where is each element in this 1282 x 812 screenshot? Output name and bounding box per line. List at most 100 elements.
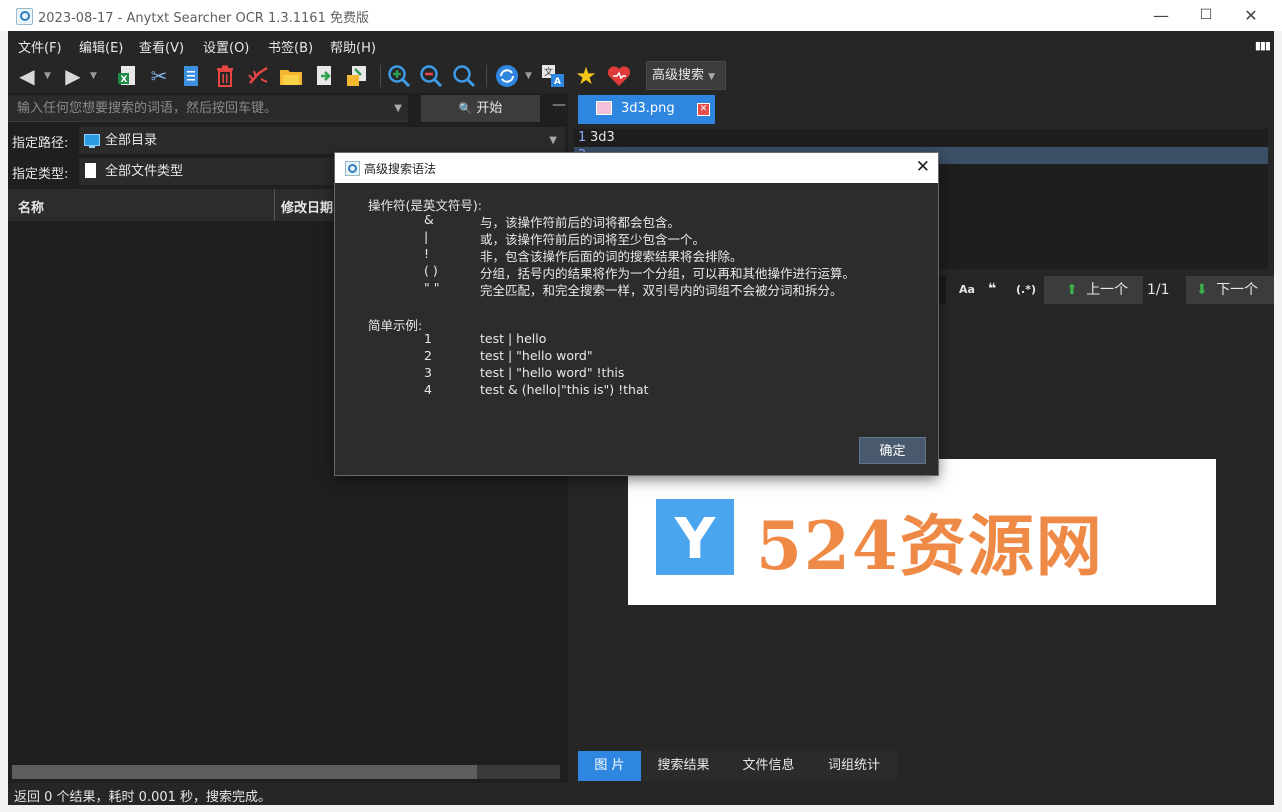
column-divider[interactable] — [274, 189, 275, 221]
tab-image[interactable]: 图 片 — [578, 751, 641, 781]
example-query: test | "hello word" !this — [480, 365, 625, 380]
tab-search-results[interactable]: 搜索结果 — [641, 751, 726, 781]
zoom-in-icon[interactable] — [386, 63, 412, 89]
import-icon[interactable] — [344, 63, 370, 89]
overflow-grip-icon[interactable]: ▮▮▮ — [1255, 39, 1271, 52]
status-bar: 返回 0 个结果，耗时 0.001 秒，搜索完成。 — [8, 783, 1274, 805]
forward-arrow-icon[interactable]: ▶ — [60, 63, 86, 89]
menu-file[interactable]: 文件(F) — [18, 37, 62, 56]
previous-match-button[interactable]: ⬆ 上一个 — [1044, 276, 1143, 304]
title-bar: 2023-08-17 - Anytxt Searcher OCR 1.3.116… — [0, 0, 1282, 31]
previous-label: 上一个 — [1086, 282, 1129, 298]
search-history-dropdown-icon[interactable]: ▼ — [394, 95, 402, 122]
search-placeholder: 输入任何您想要搜索的词语，然后按回车键。 — [17, 101, 278, 116]
match-count: 1/1 — [1147, 282, 1170, 298]
image-preview: Y 524资源网 — [628, 459, 1216, 605]
file-tab-name: 3d3.png — [621, 101, 675, 116]
column-name-header[interactable]: 名称 — [18, 197, 44, 216]
back-dropdown-icon[interactable]: ▼ — [44, 71, 51, 81]
open-folder-icon[interactable] — [278, 63, 304, 89]
next-label: 下一个 — [1216, 282, 1259, 298]
logo-mark: Y — [656, 499, 734, 575]
star-icon[interactable]: ★ — [573, 62, 599, 90]
start-search-button[interactable]: 🔍 开始 — [421, 95, 540, 122]
search-icon: 🔍 — [458, 102, 473, 115]
type-value: 全部文件类型 — [105, 164, 184, 179]
example-query: test | hello — [480, 331, 547, 346]
path-select[interactable]: 全部目录 ▼ — [79, 127, 565, 154]
file-tab[interactable]: 3d3.png ✕ — [578, 95, 715, 124]
example-query: test & (hello|"this is") !that — [480, 382, 649, 397]
arrow-up-icon: ⬆ — [1066, 282, 1078, 298]
path-value: 全部目录 — [105, 133, 158, 148]
forward-dropdown-icon[interactable]: ▼ — [90, 71, 97, 81]
operator-symbol: | — [424, 229, 429, 244]
delete-icon[interactable] — [212, 63, 238, 89]
image-file-icon — [596, 101, 612, 115]
translate-icon[interactable]: 文A — [540, 63, 566, 89]
operator-symbol: ( ) — [424, 263, 438, 278]
export-icon[interactable] — [312, 63, 338, 89]
type-label: 指定类型: — [12, 167, 69, 182]
app-logo-icon — [16, 8, 33, 25]
heart-icon[interactable] — [606, 63, 632, 89]
document-icon[interactable] — [178, 63, 204, 89]
find-input-edge[interactable] — [938, 276, 946, 304]
window-frame-right — [1274, 31, 1282, 805]
column-modified-header[interactable]: 修改日期 — [281, 197, 333, 216]
collapse-pane-button[interactable]: — — [552, 97, 566, 113]
file-icon — [85, 163, 96, 178]
horizontal-scrollbar[interactable] — [12, 765, 560, 779]
operator-symbol: ! — [424, 246, 430, 261]
start-label: 开始 — [476, 101, 503, 116]
zoom-out-icon[interactable] — [418, 63, 444, 89]
window-title: 2023-08-17 - Anytxt Searcher OCR 1.3.116… — [38, 11, 369, 26]
search-icon[interactable] — [451, 63, 477, 89]
minimize-button[interactable]: — — [1138, 0, 1184, 31]
advanced-syntax-dialog: 高级搜索语法 ✕ 操作符(是英文符号): & 与，该操作符前后的词将都会包含。 … — [335, 153, 938, 475]
menu-view[interactable]: 查看(V) — [139, 37, 184, 56]
clean-icon[interactable] — [246, 63, 272, 89]
computer-icon — [84, 134, 100, 148]
menu-bar: 文件(F) 编辑(E) 查看(V) 设置(O) 书签(B) 帮助(H) ▮▮▮ — [8, 31, 1274, 59]
chevron-down-icon: ▼ — [549, 135, 557, 146]
close-button[interactable]: ✕ — [1228, 0, 1274, 31]
operator-symbol: & — [424, 212, 434, 227]
chevron-down-icon: ▼ — [708, 72, 716, 82]
find-bar: Aa ❝ (.*) ⬆ 上一个 1/1 ⬇ 下一个 — [938, 276, 1274, 304]
maximize-button[interactable]: ☐ — [1183, 0, 1229, 31]
dialog-title-bar: 高级搜索语法 ✕ — [335, 153, 938, 183]
ok-button[interactable]: 确定 — [859, 437, 926, 464]
tab-phrase-stats[interactable]: 词组统计 — [811, 751, 897, 781]
tab-file-info[interactable]: 文件信息 — [726, 751, 811, 781]
file-tab-close-icon[interactable]: ✕ — [697, 103, 710, 116]
path-label: 指定路径: — [12, 136, 69, 151]
back-arrow-icon[interactable]: ◀ — [14, 63, 40, 89]
search-input[interactable]: 输入任何您想要搜索的词语，然后按回车键。 ▼ — [8, 95, 408, 122]
example-number: 4 — [424, 382, 432, 397]
advanced-search-button[interactable]: 高级搜索 ▼ — [646, 61, 726, 90]
toolbar-separator — [380, 65, 381, 87]
app-window: 2023-08-17 - Anytxt Searcher OCR 1.3.116… — [0, 0, 1282, 812]
regex-toggle[interactable]: (.*) — [1016, 283, 1036, 296]
logo-letter: Y — [674, 507, 716, 572]
scrollbar-thumb[interactable] — [12, 765, 477, 779]
match-case-toggle[interactable]: Aa — [959, 283, 975, 296]
cut-icon[interactable]: ✂ — [146, 63, 172, 89]
refresh-dropdown-icon[interactable]: ▼ — [525, 71, 532, 81]
whole-word-toggle[interactable]: ❝ — [988, 281, 996, 297]
dialog-close-button[interactable]: ✕ — [916, 157, 930, 177]
svg-text:A: A — [554, 77, 561, 87]
toolbar: ◀ ▼ ▶ ▼ X ✂ ▼ 文 A ★ 高级搜索 ▼ — [8, 59, 1274, 93]
menu-edit[interactable]: 编辑(E) — [79, 37, 123, 56]
export-excel-icon[interactable]: X — [114, 63, 140, 89]
menu-bookmarks[interactable]: 书签(B) — [268, 37, 313, 56]
refresh-icon[interactable] — [494, 63, 520, 89]
window-frame-bottom — [0, 805, 1282, 812]
operator-symbol: " " — [424, 280, 440, 295]
next-match-button[interactable]: ⬇ 下一个 — [1186, 276, 1274, 304]
menu-help[interactable]: 帮助(H) — [330, 37, 376, 56]
example-number: 3 — [424, 365, 432, 380]
menu-settings[interactable]: 设置(O) — [203, 37, 249, 56]
svg-text:X: X — [121, 75, 128, 85]
